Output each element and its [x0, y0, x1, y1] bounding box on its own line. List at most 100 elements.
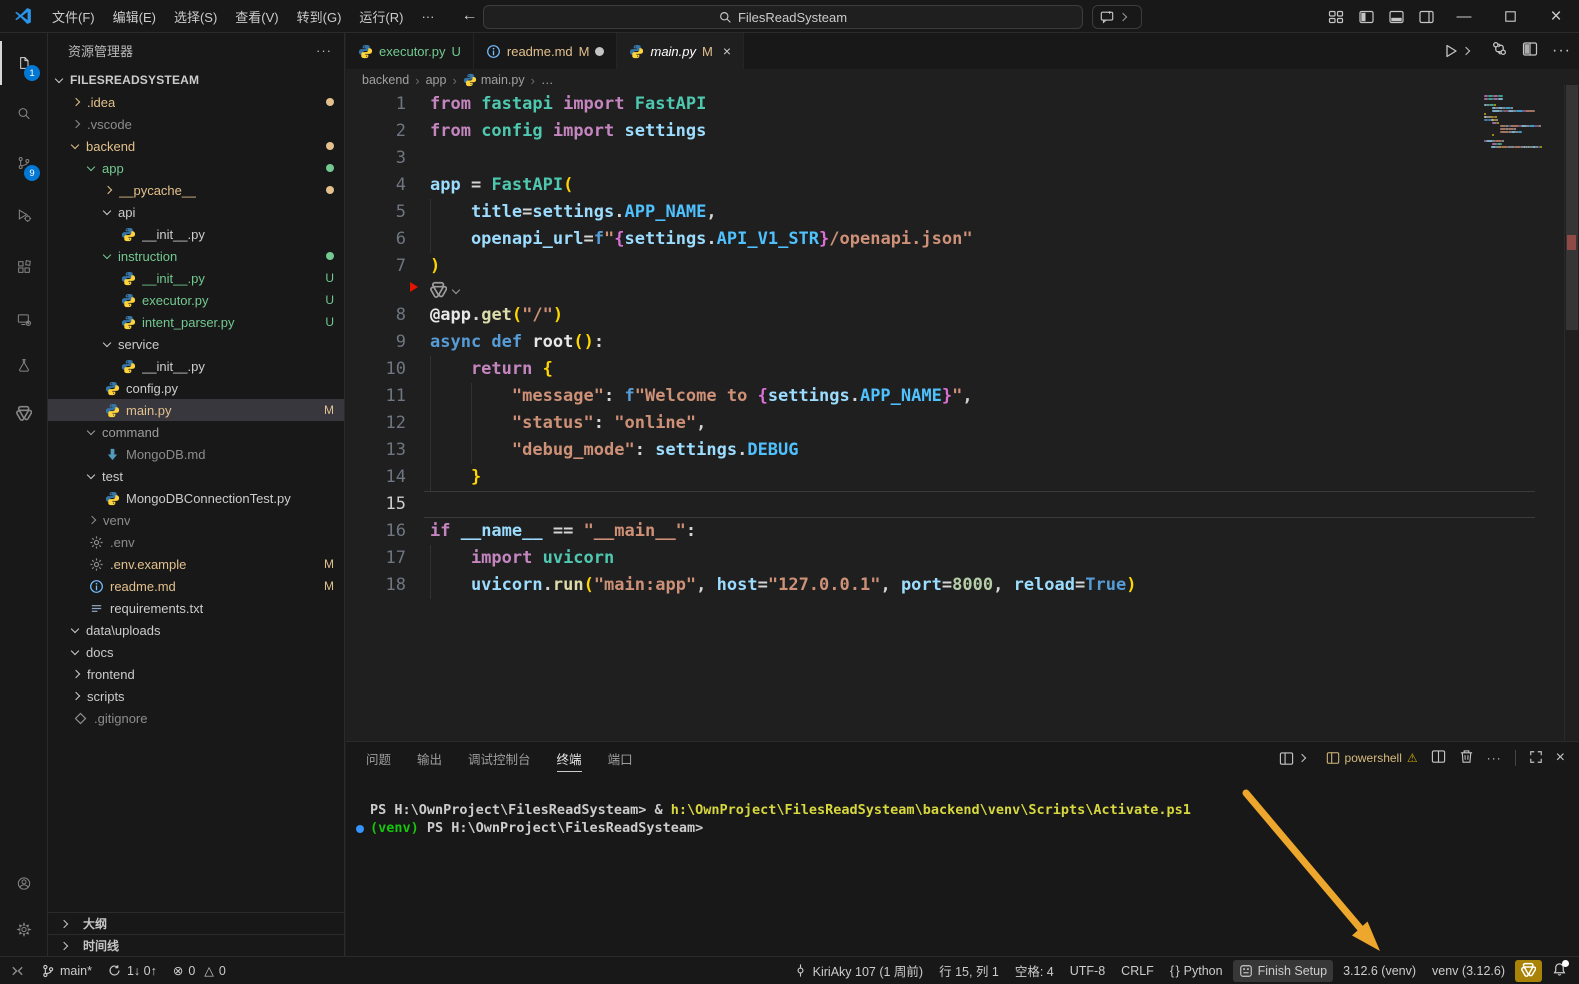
run-dropdown-icon[interactable] — [1462, 47, 1470, 55]
split-editor-icon[interactable] — [1522, 41, 1538, 62]
breadcrumb[interactable]: backend›app›main.py›… — [346, 69, 1579, 91]
tree-item-MongoDB.md[interactable]: MongoDB.md — [48, 443, 344, 465]
code-line-2[interactable]: 2from config import settings — [346, 118, 1563, 145]
tree-item-.gitignore[interactable]: .gitignore — [48, 707, 344, 729]
status-git-sync[interactable]: 1↓ 0↑ — [102, 960, 163, 982]
split-terminal-icon[interactable] — [1431, 749, 1446, 767]
code-line-1[interactable]: 1from fastapi import FastAPI — [346, 91, 1563, 118]
code-line-14[interactable]: 14} — [346, 464, 1563, 491]
tree-item-data-uploads[interactable]: data\uploads — [48, 619, 344, 641]
terminal-instance-powershell[interactable]: powershell ⚠ — [1326, 751, 1418, 765]
toggle-panel-icon[interactable] — [1381, 0, 1411, 33]
menu-overflow[interactable]: ··· — [412, 6, 443, 27]
tab-main.py[interactable]: main.pyM× — [617, 33, 744, 69]
section-0[interactable]: 大纲 — [48, 912, 344, 934]
tree-item-MongoDBConnectionTest.py[interactable]: MongoDBConnectionTest.py — [48, 487, 344, 509]
minimize-button[interactable]: — — [1441, 0, 1487, 33]
tree-item-.idea[interactable]: .idea — [48, 91, 344, 113]
code-line-8[interactable]: 8@app.get("/") — [346, 302, 1563, 329]
code-line-13[interactable]: 13"debug_mode": settings.DEBUG — [346, 437, 1563, 464]
tree-item-scripts[interactable]: scripts — [48, 685, 344, 707]
activity-settings[interactable] — [0, 907, 47, 951]
code-line-3[interactable]: 3 — [346, 145, 1563, 172]
status-python-version[interactable]: 3.12.6 (venv) — [1337, 960, 1422, 982]
terminal-output[interactable]: PS H:\OwnProject\FilesReadSysteam> & h:\… — [356, 802, 1569, 837]
tree-item-service[interactable]: service — [48, 333, 344, 355]
code-line-4[interactable]: 4app = FastAPI( — [346, 172, 1563, 199]
menu-4[interactable]: 转到(G) — [288, 4, 351, 29]
tree-item-__init__.py[interactable]: __init__.pyU — [48, 267, 344, 289]
tree-item-backend[interactable]: backend — [48, 135, 344, 157]
tree-item-requirements.txt[interactable]: requirements.txt — [48, 597, 344, 619]
tab-executor.py[interactable]: executor.pyU — [346, 33, 474, 69]
menu-1[interactable]: 编辑(E) — [104, 4, 165, 29]
inline-suggestion-widget[interactable] — [346, 280, 1563, 302]
tree-item-frontend[interactable]: frontend — [48, 663, 344, 685]
kill-terminal-icon[interactable] — [1459, 749, 1474, 767]
tree-item-venv[interactable]: venv — [48, 509, 344, 531]
activity-scm[interactable]: 9 — [0, 141, 47, 185]
toggle-secondary-sidebar-icon[interactable] — [1411, 0, 1441, 33]
tab-readme.md[interactable]: readme.mdM — [474, 33, 618, 69]
code-line-5[interactable]: 5title=settings.APP_NAME, — [346, 199, 1563, 226]
tree-item-command[interactable]: command — [48, 421, 344, 443]
tree-item-FILESREADSYSTEAM[interactable]: FILESREADSYSTEAM — [48, 69, 344, 91]
activity-extensions[interactable] — [0, 245, 47, 289]
tree-item-app[interactable]: app — [48, 157, 344, 179]
minimap[interactable] — [1484, 95, 1542, 149]
status-blame[interactable]: KiriAky 107 (1 周前) — [788, 960, 929, 982]
run-python-button[interactable] — [1443, 43, 1477, 59]
close-window-button[interactable]: × — [1533, 0, 1579, 33]
maximize-panel-icon[interactable] — [1529, 750, 1543, 767]
explorer-more-actions-icon[interactable]: ··· — [316, 43, 332, 58]
status-cursor-position[interactable]: 行 15, 列 1 — [933, 960, 1005, 982]
terminal-launch-profile-button[interactable] — [1279, 751, 1313, 766]
code-line-6[interactable]: 6openapi_url=f"{settings.API_V1_STR}/ope… — [346, 226, 1563, 253]
tree-item-config.py[interactable]: config.py — [48, 377, 344, 399]
code-line-9[interactable]: 9async def root(): — [346, 329, 1563, 356]
customize-layout-icon[interactable] — [1321, 0, 1351, 33]
panel-tab-调试控制台[interactable]: 调试控制台 — [468, 749, 531, 768]
activity-testing[interactable] — [0, 343, 47, 387]
tree-item-__init__.py[interactable]: __init__.py — [48, 355, 344, 377]
nav-back-button[interactable]: ← — [461, 7, 477, 25]
chevron-down-icon[interactable] — [452, 285, 460, 293]
tree-item-instruction[interactable]: instruction — [48, 245, 344, 267]
tree-item-__init__.py[interactable]: __init__.py — [48, 223, 344, 245]
status-encoding[interactable]: UTF-8 — [1064, 960, 1111, 982]
toggle-sidebar-icon[interactable] — [1351, 0, 1381, 33]
menu-0[interactable]: 文件(F) — [43, 4, 104, 29]
tree-item-docs[interactable]: docs — [48, 641, 344, 663]
activity-knot[interactable] — [0, 391, 47, 435]
code-line-15[interactable]: 15 — [346, 491, 1563, 518]
status-indentation[interactable]: 空格: 4 — [1009, 960, 1060, 982]
activity-debug[interactable] — [0, 193, 47, 237]
status-remote-indicator[interactable] — [4, 960, 31, 982]
code-line-16[interactable]: 16if __name__ == "__main__": — [346, 518, 1563, 545]
open-changes-icon[interactable] — [1491, 40, 1508, 62]
tree-item-test[interactable]: test — [48, 465, 344, 487]
panel-tab-问题[interactable]: 问题 — [366, 749, 391, 768]
tree-item-__pycache__[interactable]: __pycache__ — [48, 179, 344, 201]
code-line-12[interactable]: 12"status": "online", — [346, 410, 1563, 437]
activity-explorer[interactable]: 1 — [0, 41, 47, 85]
menu-2[interactable]: 选择(S) — [165, 4, 226, 29]
editor-scrollbar[interactable] — [1565, 85, 1579, 741]
activity-search[interactable] — [0, 91, 47, 135]
panel-tab-输出[interactable]: 输出 — [417, 749, 442, 768]
tree-item-api[interactable]: api — [48, 201, 344, 223]
tree-item-main.py[interactable]: main.pyM — [48, 399, 344, 421]
panel-more-actions-icon[interactable]: ··· — [1487, 751, 1502, 765]
tree-item-.vscode[interactable]: .vscode — [48, 113, 344, 135]
menu-3[interactable]: 查看(V) — [226, 4, 287, 29]
code-line-18[interactable]: 18uvicorn.run("main:app", host="127.0.0.… — [346, 572, 1563, 599]
tree-item-readme.md[interactable]: readme.mdM — [48, 575, 344, 597]
breadcrumb-item[interactable]: … — [541, 73, 554, 87]
tree-item-executor.py[interactable]: executor.pyU — [48, 289, 344, 311]
status-eol[interactable]: CRLF — [1115, 960, 1160, 982]
code-line-7[interactable]: 7) — [346, 253, 1563, 280]
status-finish-setup[interactable]: Finish Setup — [1233, 960, 1333, 982]
status-python-env[interactable]: venv (3.12.6) — [1426, 960, 1511, 982]
maximize-button[interactable] — [1487, 0, 1533, 33]
code-line-10[interactable]: 10return { — [346, 356, 1563, 383]
